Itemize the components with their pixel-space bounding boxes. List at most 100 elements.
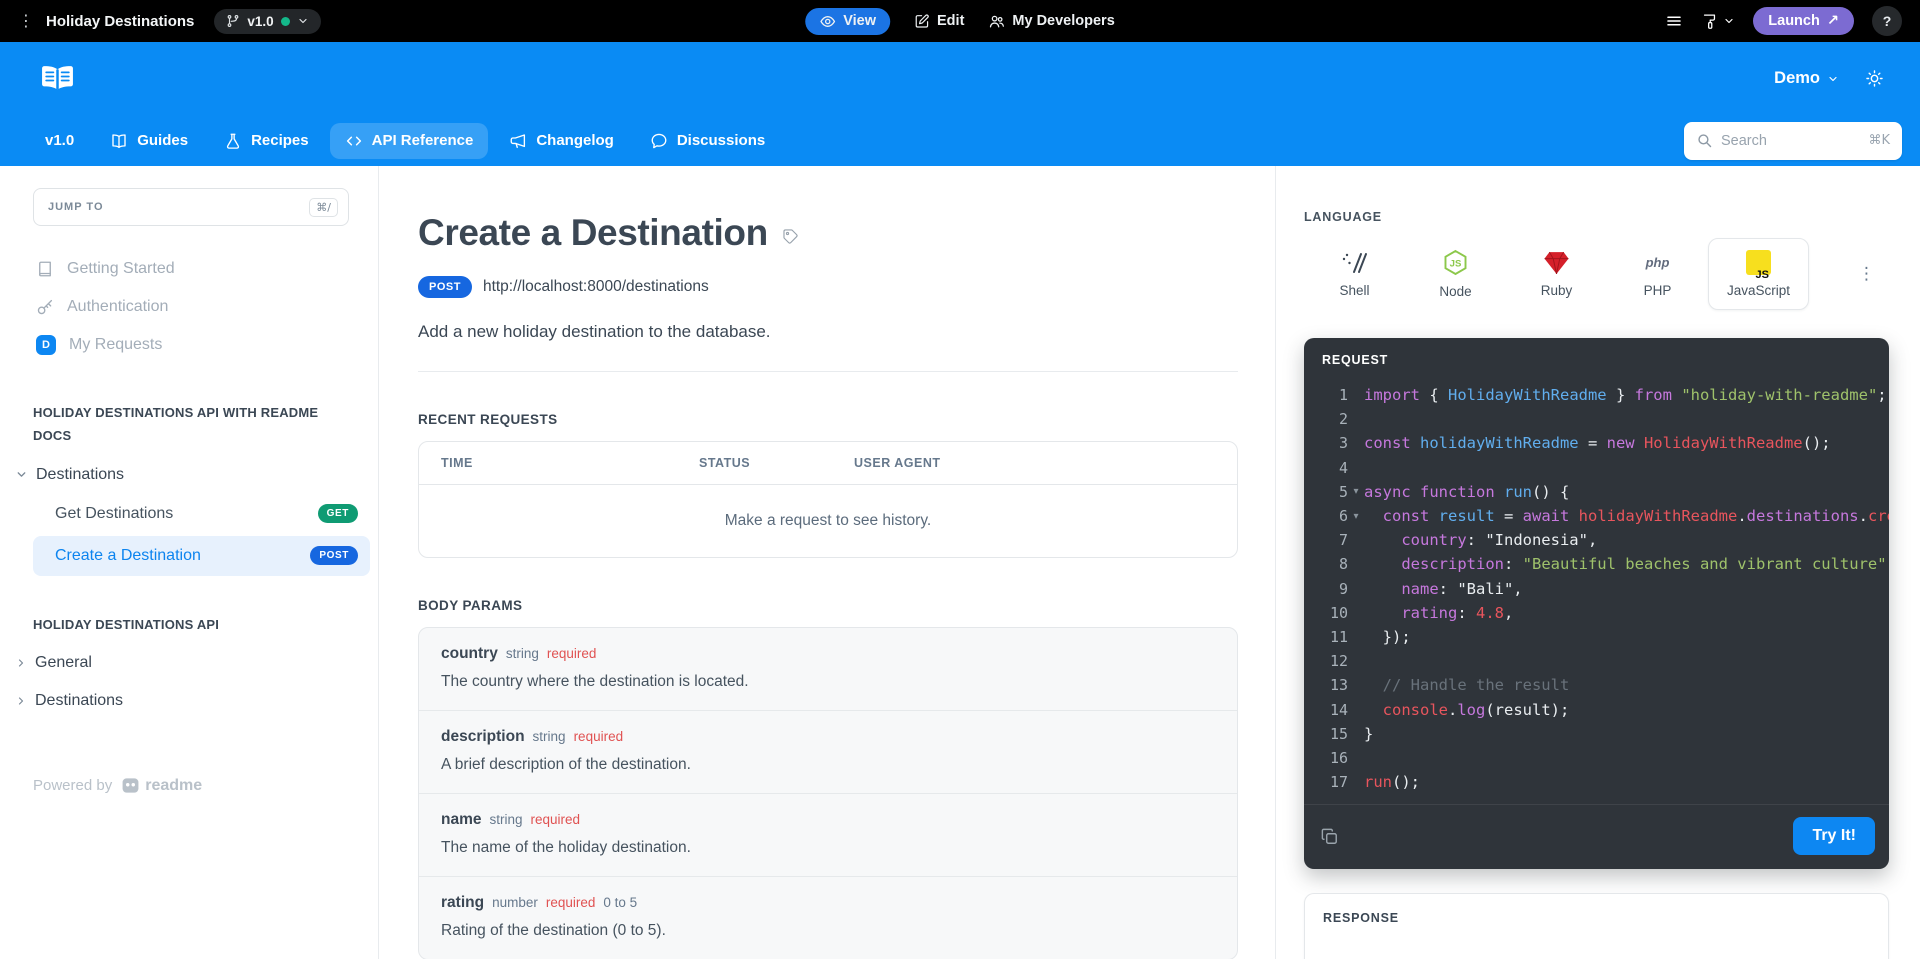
code-line-16: 16 xyxy=(1304,746,1889,770)
sidebar-page-get-destinations[interactable]: Get DestinationsGET xyxy=(33,494,370,534)
language-shell[interactable]: Shell xyxy=(1304,238,1405,310)
code-text: const holidayWithReadme = new HolidayWit… xyxy=(1364,434,1831,452)
svg-text:JS: JS xyxy=(1450,259,1462,270)
tab-changelog[interactable]: Changelog xyxy=(494,123,629,159)
search-input[interactable] xyxy=(1721,133,1860,149)
line-number: 16 xyxy=(1304,749,1348,767)
code-icon xyxy=(345,132,363,150)
line-number: 1 xyxy=(1304,386,1348,404)
language-php[interactable]: phpPHP xyxy=(1607,238,1708,310)
code-line-13: 13 // Handle the result xyxy=(1304,673,1889,697)
hamburger-menu-icon[interactable] xyxy=(1665,12,1683,30)
tab-api-reference[interactable]: API Reference xyxy=(330,123,489,159)
readme-book-logo[interactable] xyxy=(40,65,75,92)
sidebar-section-title: HOLIDAY DESTINATIONS API xyxy=(33,614,348,637)
sidebar-group-destinations[interactable]: Destinations xyxy=(0,456,378,494)
hub-navbar: v1.0 Guides Recipes API ReferenceChangelog D… xyxy=(0,115,1920,166)
powered-by-readme[interactable]: Powered by readme xyxy=(33,776,378,795)
edit-button[interactable]: Edit xyxy=(914,13,964,29)
version-selector[interactable]: v1.0 xyxy=(214,9,320,34)
jump-to-button[interactable]: JUMP TO ⌘/ xyxy=(33,188,349,226)
book-icon xyxy=(110,132,128,150)
node-icon: JS xyxy=(1442,249,1469,276)
hub-header: Demo xyxy=(0,42,1920,115)
megaphone-icon xyxy=(509,132,527,150)
tab-recipes[interactable]: Recipes xyxy=(209,123,324,159)
code-line-11: 11 }); xyxy=(1304,625,1889,649)
tag-icon[interactable] xyxy=(782,228,799,245)
launch-button[interactable]: Launch ↗ xyxy=(1753,7,1854,35)
try-it-button[interactable]: Try It! xyxy=(1793,817,1875,855)
language-ruby[interactable]: Ruby xyxy=(1506,238,1607,310)
request-footer: Try It! xyxy=(1304,804,1889,869)
sidebar-page-label: Create a Destination xyxy=(55,547,201,565)
param-required: required xyxy=(574,729,624,744)
line-number: 7 xyxy=(1304,531,1348,549)
code-line-5: 5▾async function run() { xyxy=(1304,480,1889,504)
body-params-heading: BODY PARAMS xyxy=(418,598,1238,613)
language-label: Node xyxy=(1439,284,1471,299)
tab-label: Recipes xyxy=(251,132,309,149)
people-icon xyxy=(988,13,1005,30)
sidebar-page-create-a-destination[interactable]: Create a DestinationPOST xyxy=(33,536,370,576)
sidebar: JUMP TO ⌘/ Getting StartedAuthentication… xyxy=(0,166,379,959)
request-panel: REQUEST 1import { HolidayWithReadme } fr… xyxy=(1304,338,1889,869)
method-badge-post: POST xyxy=(418,276,472,298)
project-menu-icon[interactable]: ⋮ xyxy=(18,13,34,29)
d-badge: D xyxy=(36,335,56,355)
body-params-box: country string required The country wher… xyxy=(418,627,1238,959)
language-node[interactable]: JS Node xyxy=(1405,238,1506,310)
tab-discussions[interactable]: Discussions xyxy=(635,123,780,159)
param-required: required xyxy=(547,646,597,661)
param-range: 0 to 5 xyxy=(603,895,637,910)
fold-arrow-icon[interactable]: ▾ xyxy=(1348,486,1364,497)
my-developers-button[interactable]: My Developers xyxy=(988,13,1114,30)
request-code: 1import { HolidayWithReadme } from "holi… xyxy=(1304,375,1889,804)
line-number: 15 xyxy=(1304,725,1348,743)
code-text: name: "Bali", xyxy=(1364,580,1523,598)
tab-label: Discussions xyxy=(677,132,765,149)
tab-guides[interactable]: Guides xyxy=(95,123,203,159)
line-number: 3 xyxy=(1304,434,1348,452)
line-number: 17 xyxy=(1304,773,1348,791)
d-badge: D xyxy=(36,335,56,355)
column-header-time: TIME xyxy=(419,442,699,484)
sidebar-group-destinations[interactable]: Destinations xyxy=(0,682,378,720)
code-line-17: 17run(); xyxy=(1304,770,1889,794)
fold-arrow-icon[interactable]: ▾ xyxy=(1348,511,1364,522)
sidebar-group-general[interactable]: General xyxy=(0,644,378,682)
copy-icon[interactable] xyxy=(1320,827,1339,846)
sidebar-quick-links: Getting StartedAuthenticationDMy Request… xyxy=(0,250,378,364)
sidebar-page-label: Get Destinations xyxy=(55,505,173,523)
code-line-10: 10 rating: 4.8, xyxy=(1304,601,1889,625)
theme-sun-icon[interactable] xyxy=(1865,69,1884,88)
language-more-menu-icon[interactable]: ⋮ xyxy=(1858,264,1875,284)
edit-label: Edit xyxy=(937,13,964,29)
demo-user-menu[interactable]: Demo xyxy=(1774,69,1839,88)
language-heading: LANGUAGE xyxy=(1304,210,1920,224)
recent-requests-table: TIMESTATUSUSER AGENT Make a request to s… xyxy=(418,441,1238,558)
sidebar-item-getting-started[interactable]: Getting Started xyxy=(0,250,378,288)
param-name: rating xyxy=(441,894,484,912)
try-it-panel: LANGUAGE Shell JS Node RubyphpPHPJSJavaScri… xyxy=(1275,166,1920,959)
line-number: 12 xyxy=(1304,652,1348,670)
search-box[interactable]: ⌘K xyxy=(1684,122,1902,160)
help-button[interactable]: ? xyxy=(1872,6,1902,36)
line-number: 4 xyxy=(1304,459,1348,477)
code-line-7: 7 country: "Indonesia", xyxy=(1304,528,1889,552)
code-text: rating: 4.8, xyxy=(1364,604,1513,622)
sidebar-item-authentication[interactable]: Authentication xyxy=(0,288,378,326)
sidebar-group-label: Destinations xyxy=(35,692,123,710)
theme-picker[interactable] xyxy=(1701,13,1735,30)
code-text: } xyxy=(1364,725,1373,743)
code-line-9: 9 name: "Bali", xyxy=(1304,577,1889,601)
param-description: The country where the destination is loc… xyxy=(441,673,1215,691)
flask-icon xyxy=(224,132,242,150)
tab-v1-0[interactable]: v1.0 xyxy=(30,123,89,158)
view-button[interactable]: View xyxy=(805,8,890,35)
sidebar-item-my-requests[interactable]: DMy Requests xyxy=(0,326,378,364)
tab-label: v1.0 xyxy=(45,132,74,149)
param-description: A brief description of the destination. xyxy=(441,756,1215,774)
language-javascript[interactable]: JSJavaScript xyxy=(1708,238,1809,310)
launch-label: Launch xyxy=(1768,13,1820,29)
